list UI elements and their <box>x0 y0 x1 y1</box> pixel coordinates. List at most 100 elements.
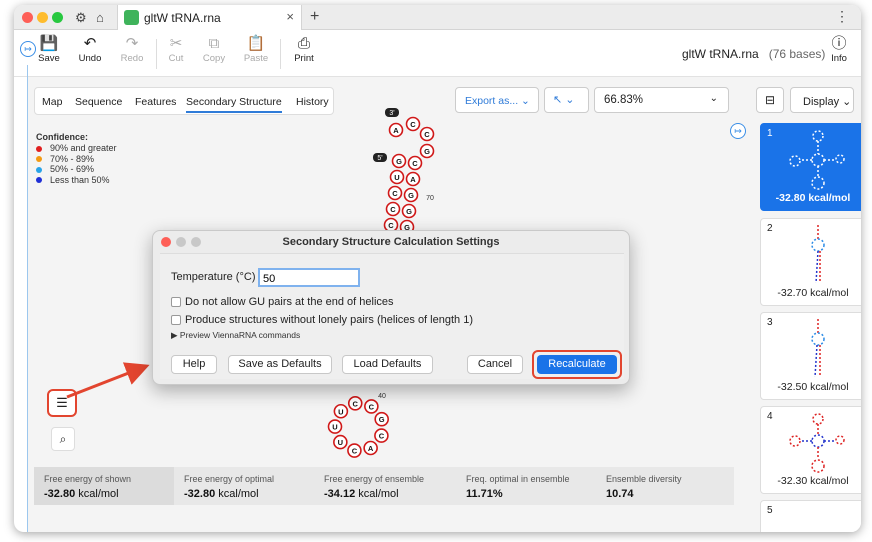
structure-number: 2 <box>767 223 773 234</box>
info-button[interactable]: ⓘ Info <box>828 35 850 64</box>
structure-thumbnail[interactable]: 1 -32.80 kcal/mol <box>760 123 861 211</box>
zoom-window-button[interactable] <box>52 12 63 23</box>
chevron-down-icon: ⌄ <box>842 96 852 108</box>
layout-toggle-button[interactable]: ⊟ <box>756 87 784 113</box>
nucleotide-letter: A <box>410 175 416 184</box>
expand-sidebar-icon[interactable]: ↦ <box>20 41 36 57</box>
calculation-settings-dialog: Secondary Structure Calculation Settings… <box>152 230 630 385</box>
nucleotide-letter: G <box>379 415 385 424</box>
cursor-tool-button[interactable]: ↖ ⌄ <box>544 87 589 113</box>
recalculate-highlight: Recalculate <box>532 350 622 379</box>
display-label: Display <box>803 96 840 108</box>
panel-icon: ⊟ <box>764 93 776 107</box>
redo-icon: ↷ <box>125 35 139 52</box>
undo-icon: ↶ <box>83 35 97 52</box>
print-button[interactable]: ⎙ Print <box>291 35 317 64</box>
nucleotide-letter: C <box>424 130 430 139</box>
nucleotide-letter: C <box>352 447 358 456</box>
nucleotide-letter: C <box>379 432 385 441</box>
structure-list-panel: 1 -32.80 kcal/mol 2 -32.70 kcal/mol 3 -32.5… <box>746 117 861 532</box>
save-button[interactable]: 💾 Save <box>36 35 62 64</box>
print-label: Print <box>294 53 314 64</box>
load-defaults-button[interactable]: Load Defaults <box>342 355 433 374</box>
save-defaults-button[interactable]: Save as Defaults <box>228 355 332 374</box>
checkbox[interactable] <box>171 315 181 326</box>
close-tab-icon[interactable]: × <box>286 9 294 24</box>
structure-thumbnail[interactable]: 2 -32.70 kcal/mol <box>760 218 861 306</box>
new-tab-button[interactable]: + <box>310 8 319 26</box>
stat-label: Free energy of optimal <box>184 474 275 484</box>
stat-number: 11.71% <box>466 488 503 500</box>
more-options-icon[interactable]: ⋮ <box>835 8 849 25</box>
scissors-icon: ✂ <box>169 35 183 52</box>
nucleotide-letter: C <box>353 399 359 408</box>
app-window: ⚙ ⌂ gltW tRNA.rna × + ⋮ 💾 Save ↶ Undo ↷ Red… <box>14 5 861 532</box>
preview-commands-disclosure[interactable]: ▶ Preview ViennaRNA commands <box>171 330 300 341</box>
gear-icon[interactable]: ⚙ <box>75 10 87 26</box>
export-button[interactable]: Export as... ⌄ <box>455 87 539 113</box>
save-label: Save <box>38 53 60 64</box>
cut-button[interactable]: ✂ Cut <box>164 35 188 64</box>
lonely-pairs-option[interactable]: Produce structures without lonely pairs … <box>171 314 473 326</box>
nucleotide-letter: U <box>338 438 343 447</box>
nucleotide-letter: C <box>388 221 394 230</box>
copy-icon: ⧉ <box>208 35 220 52</box>
structure-thumbnail[interactable]: 4 -32.30 kcal/mol <box>760 406 861 494</box>
file-name: gltW tRNA.rna <box>682 47 759 61</box>
stat-number: 10.74 <box>606 488 634 500</box>
printer-icon: ⎙ <box>297 35 310 52</box>
display-button[interactable]: Display ⌄ <box>790 87 854 113</box>
rna-file-icon <box>124 10 139 25</box>
hairpin-preview <box>811 319 825 378</box>
paste-label: Paste <box>243 53 269 64</box>
nucleotide-letter: G <box>406 207 412 216</box>
home-icon[interactable]: ⌂ <box>96 10 104 25</box>
toolbar: 💾 Save ↶ Undo ↷ Redo ✂ Cut ⧉ Copy 📋 Paste ⎙ Pri… <box>14 31 861 77</box>
undo-button[interactable]: ↶ Undo <box>76 35 104 64</box>
checkbox[interactable] <box>171 297 181 308</box>
paste-icon: 📋 <box>246 35 266 52</box>
cloverleaf-preview <box>789 413 845 473</box>
redo-label: Redo <box>120 53 144 64</box>
search-button[interactable]: ⌕ <box>51 427 75 451</box>
nucleotide-letter: U <box>394 173 399 182</box>
nucleotide-letter: A <box>393 126 399 135</box>
help-button[interactable]: Help <box>171 355 217 374</box>
settings-button[interactable]: ☰ <box>47 389 77 417</box>
zoom-value: 66.83% <box>604 94 644 106</box>
cut-label: Cut <box>168 53 184 64</box>
stat-number: -32.80 <box>44 488 76 500</box>
collapse-panel-icon[interactable]: ↦ <box>730 123 746 139</box>
close-window-button[interactable] <box>22 12 33 23</box>
nucleotide-letter: U <box>332 423 337 432</box>
cancel-button[interactable]: Cancel <box>467 355 523 374</box>
temperature-input[interactable] <box>258 268 360 287</box>
structure-thumbnail[interactable]: 3 -32.50 kcal/mol <box>760 312 861 400</box>
position-label: 70 <box>426 195 434 202</box>
redo-button[interactable]: ↷ Redo <box>118 35 146 64</box>
gu-pairs-option[interactable]: Do not allow GU pairs at the end of heli… <box>171 296 394 308</box>
minimize-window-button[interactable] <box>37 12 48 23</box>
structure-energy: -32.30 kcal/mol <box>777 475 849 487</box>
export-label: Export as... <box>465 95 519 107</box>
nucleotide-letter: G <box>424 147 430 156</box>
search-icon: ⌕ <box>59 432 67 446</box>
chevron-down-icon: ⌄ <box>521 95 530 107</box>
document-tab[interactable]: gltW tRNA.rna × <box>117 5 302 30</box>
energy-stats-bar: Free energy of shown -32.80 kcal/mol Free… <box>34 467 734 505</box>
paste-button[interactable]: 📋 Paste <box>241 35 271 64</box>
stat-free-energy-shown: Free energy of shown -32.80 kcal/mol <box>34 467 174 505</box>
stat-value: -32.80 kcal/mol <box>44 488 174 500</box>
file-name-label: gltW tRNA.rna (76 bases) <box>682 47 825 61</box>
copy-button[interactable]: ⧉ Copy <box>200 35 228 64</box>
nucleotide-letter: G <box>408 191 414 200</box>
recalculate-button[interactable]: Recalculate <box>537 355 617 374</box>
stat-value: 10.74 <box>606 488 734 500</box>
structure-energy: -32.80 kcal/mol <box>775 192 851 204</box>
structure-thumbnail[interactable]: 5 <box>760 500 861 532</box>
save-icon: 💾 <box>39 35 59 52</box>
stat-label: Freq. optimal in ensemble <box>466 474 570 484</box>
stat-label: Free energy of ensemble <box>324 474 425 484</box>
zoom-select[interactable]: 66.83% ⌄ <box>594 87 729 113</box>
nucleotide-letter: C <box>410 120 416 129</box>
